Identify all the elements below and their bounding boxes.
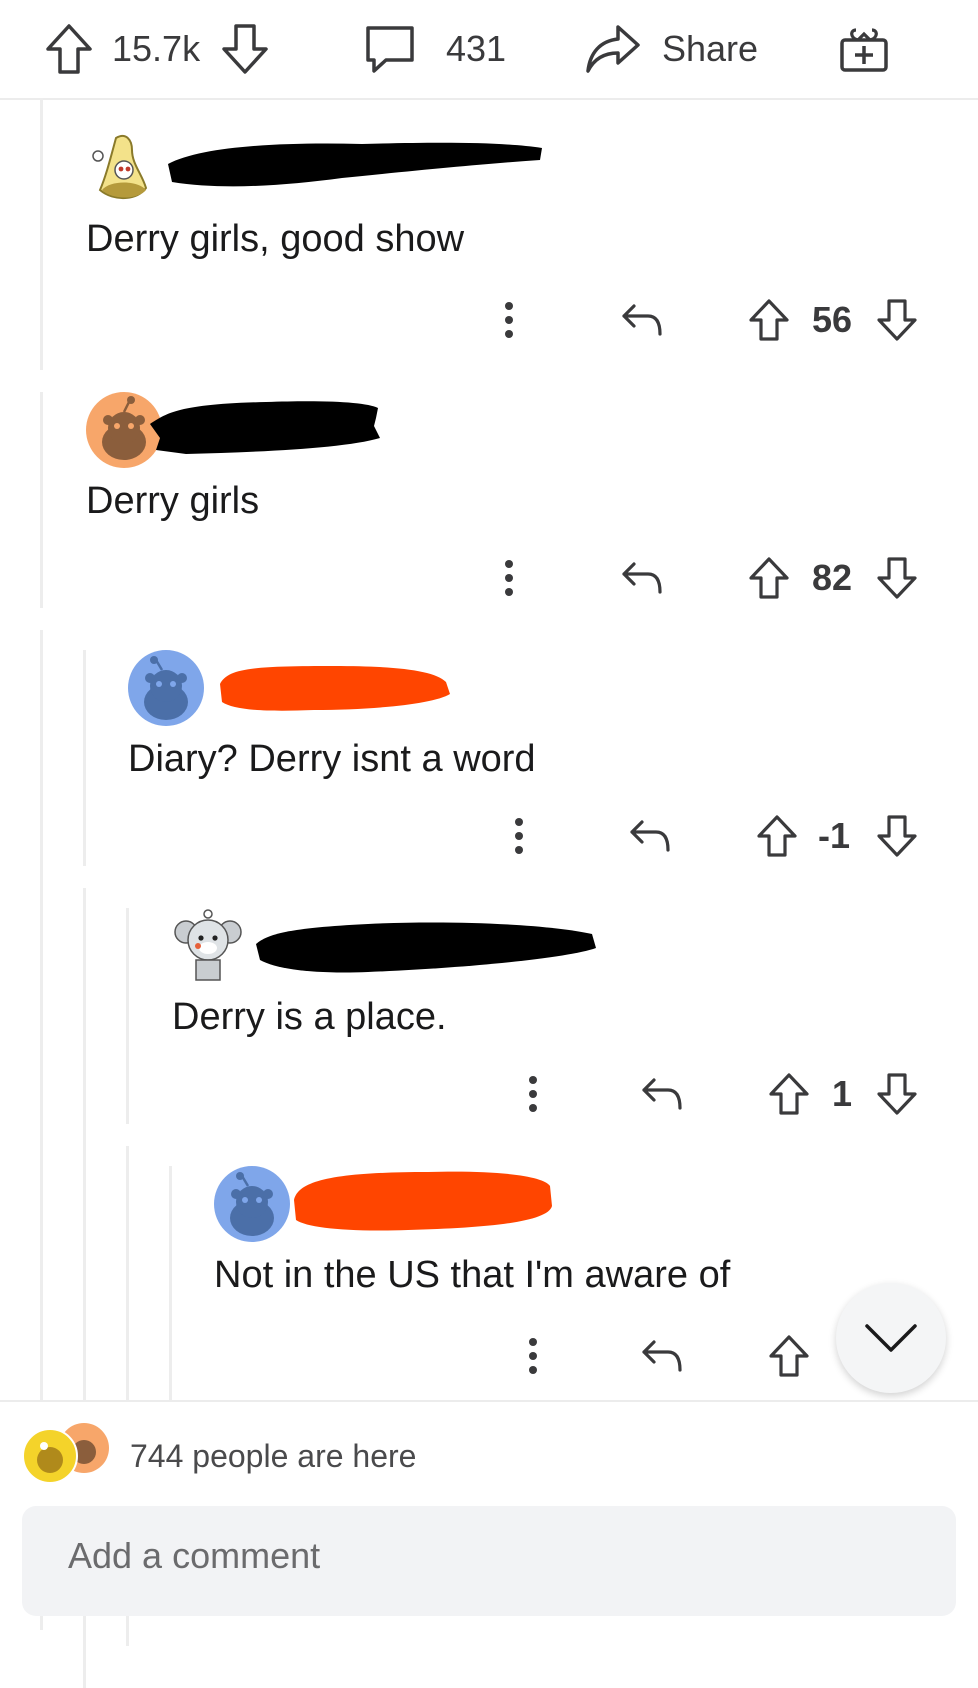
avatar[interactable] — [214, 1166, 290, 1242]
upvote-icon — [769, 1335, 809, 1377]
downvote-icon — [222, 24, 268, 74]
upvote-icon — [769, 1073, 809, 1115]
thread-line-level-1[interactable] — [40, 392, 43, 608]
comment-score: 82 — [812, 548, 852, 608]
redacted-username — [256, 922, 596, 973]
gift-award-icon — [840, 28, 888, 72]
reply-icon — [630, 820, 670, 852]
reply-icon — [642, 1340, 682, 1372]
upvote-button[interactable] — [748, 548, 790, 608]
upvote-icon — [46, 24, 92, 74]
avatar[interactable] — [128, 650, 204, 726]
reply-button[interactable] — [620, 290, 662, 350]
comment-body: Not in the US that I'm aware of — [214, 1254, 731, 1296]
award-button[interactable] — [838, 0, 890, 98]
banana-avatar-icon — [92, 134, 148, 199]
redacted-username — [220, 666, 450, 711]
reply-button[interactable] — [620, 548, 662, 608]
snoo-koala-avatar-icon — [174, 909, 242, 981]
comment-score: 1 — [832, 1064, 852, 1124]
downvote-button[interactable] — [876, 290, 918, 350]
upvote-icon — [757, 815, 797, 857]
upvote-button[interactable] — [756, 806, 798, 866]
downvote-icon — [877, 1073, 917, 1115]
more-options-button[interactable] — [526, 1064, 540, 1124]
more-options-button[interactable] — [502, 548, 516, 608]
post-score-value: 15.7k — [112, 28, 201, 69]
yellow-avatar-icon — [22, 1428, 78, 1484]
bottom-composer-area: 744 people are here — [0, 1400, 978, 1616]
reply-icon — [622, 304, 662, 336]
more-vertical-icon — [529, 1338, 537, 1374]
comments-button[interactable]: 431 — [364, 0, 506, 98]
more-vertical-icon — [515, 818, 523, 854]
comment-body: Derry girls, good show — [86, 218, 465, 260]
redacted-username — [168, 142, 542, 187]
downvote-icon — [877, 557, 917, 599]
reply-icon — [642, 1078, 682, 1110]
upvote-icon — [749, 299, 789, 341]
snoo-blue-avatar-icon — [230, 1172, 274, 1236]
more-options-button[interactable] — [502, 290, 516, 350]
comment-body: Derry is a place. — [172, 996, 447, 1038]
share-label: Share — [662, 28, 759, 69]
upvote-button[interactable] — [748, 290, 790, 350]
more-options-button[interactable] — [512, 806, 526, 866]
thread-line-level-3[interactable] — [126, 908, 129, 1124]
upvote-icon — [749, 557, 789, 599]
thread-line-level-2[interactable] — [83, 650, 86, 866]
downvote-button[interactable] — [876, 806, 918, 866]
comment-body: Derry girls — [86, 480, 260, 522]
score-value: 82 — [812, 557, 853, 598]
redacted-username — [150, 401, 380, 454]
thread-line-level-1[interactable] — [40, 98, 43, 370]
comment-body: Diary? Derry isnt a word — [128, 738, 536, 780]
presence-avatars — [22, 1422, 112, 1484]
more-vertical-icon — [529, 1076, 537, 1112]
score-value: -1 — [818, 815, 851, 856]
more-vertical-icon — [505, 302, 513, 338]
comment-score: -1 — [818, 806, 850, 866]
presence-count: 744 people are here — [130, 1438, 417, 1474]
score-value: 1 — [832, 1073, 853, 1114]
upvote-button[interactable] — [768, 1326, 810, 1386]
redacted-username — [294, 1171, 552, 1231]
share-button[interactable]: Share — [584, 0, 758, 98]
reply-button[interactable] — [628, 806, 670, 866]
chevron-down-icon — [865, 1324, 917, 1352]
downvote-icon — [877, 299, 917, 341]
avatar[interactable] — [86, 130, 162, 206]
comment-score: 56 — [812, 290, 852, 350]
reply-button[interactable] — [640, 1326, 682, 1386]
snoo-blue-avatar-icon — [144, 656, 188, 720]
comment-count: 431 — [446, 28, 507, 69]
score-value: 56 — [812, 299, 853, 340]
reply-icon — [622, 562, 662, 594]
downvote-button[interactable] — [220, 0, 270, 98]
more-vertical-icon — [505, 560, 513, 596]
post-action-bar: 15.7k 431 Share — [0, 0, 978, 100]
avatar[interactable] — [170, 908, 246, 984]
more-options-button[interactable] — [526, 1326, 540, 1386]
downvote-icon — [877, 815, 917, 857]
upvote-button[interactable] — [768, 1064, 810, 1124]
comment-composer[interactable] — [22, 1506, 956, 1616]
next-comment-button[interactable] — [836, 1283, 946, 1393]
downvote-button[interactable] — [876, 1064, 918, 1124]
upvote-button[interactable] — [44, 0, 94, 98]
post-score: 15.7k — [112, 0, 200, 98]
comment-bubble-icon — [366, 26, 414, 73]
share-arrow-icon — [586, 25, 640, 73]
downvote-button[interactable] — [876, 548, 918, 608]
comment-input[interactable] — [66, 1534, 890, 1578]
reply-button[interactable] — [640, 1064, 682, 1124]
